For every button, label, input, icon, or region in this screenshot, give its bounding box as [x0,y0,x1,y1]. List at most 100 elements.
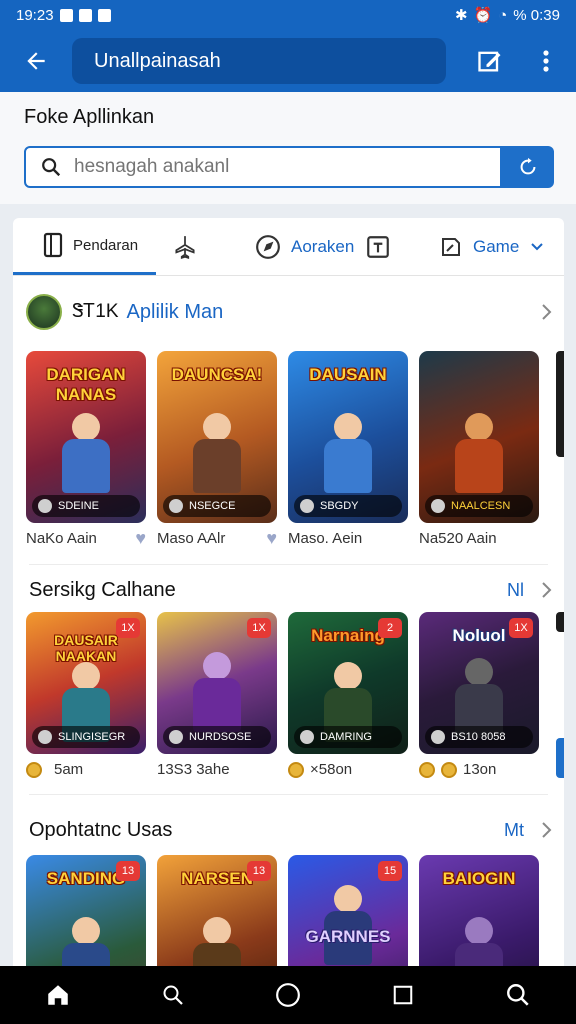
tab-plane[interactable] [165,218,205,275]
search-section-title: Foke Apllinkan [24,106,155,128]
refresh-icon [520,157,536,175]
avatar [26,294,62,330]
status-right-text: % 0:39 [513,6,560,24]
plane-icon [175,235,195,259]
scroll-edge [556,351,564,457]
alarm-icon: ⏰ [473,7,493,24]
tab-box[interactable] [365,218,391,275]
game-tile[interactable]: GARNNES 15 [288,855,408,978]
game-title: DAUSAIN [309,365,387,384]
game-badge: 13 [247,861,271,881]
chevron-right-icon [542,582,552,598]
search-section: Foke Apllinkan [0,92,576,204]
section-title: Aplilik Man [126,300,224,323]
section-header[interactable]: ᏕᎢ1K Aplilik Man [13,292,564,332]
section-header[interactable]: Opohtatnc Usas Mt [13,810,564,850]
search-nav-button[interactable] [143,966,203,1024]
game-tile[interactable]: DARIGAN NANAS SDEINE [26,351,146,523]
game-tile[interactable]: BAIOGIN [419,855,539,978]
back-arrow-icon [27,52,45,70]
wifi-icon: ◔ [498,6,508,24]
recents-button[interactable] [373,966,433,1024]
scroll-edge [556,738,564,778]
more-link[interactable]: Mt [504,820,524,841]
edit-icon [442,237,460,256]
search-icon [42,158,61,177]
game-tag: NAALCESN [425,495,533,517]
caption-row: NaKo Aain ♥ Maso AAlr ♥ Maso. Aein Na520 A… [26,528,539,549]
compass-icon [256,234,280,259]
search-nav-button-2[interactable] [488,966,548,1024]
notification-icon [59,8,73,22]
home-icon [47,985,68,1005]
coin-icon [288,761,304,778]
more-link[interactable]: Nl [507,580,524,601]
tab-label: Pendaran [73,236,139,254]
edit-button[interactable] [462,30,518,92]
game-tag: SBGDY [294,495,402,517]
game-title: DAUNCSA! [171,365,263,384]
app-bar: Unallpainasah [0,30,576,92]
tablet-icon [43,232,63,258]
edit-icon [478,51,501,72]
game-tile[interactable]: DAUNCSA! NSEGCE [157,351,277,523]
refresh-button[interactable] [502,146,554,188]
game-caption: Na520 Aain [419,530,497,547]
game-tile[interactable]: Narnaing 2 DAMRING [288,612,408,754]
heart-icon[interactable]: ♥ [266,528,277,549]
content-card: Pendaran Aoraken Game ᏕᎢ1K Aplilik Man D… [13,218,564,978]
section-header[interactable]: Sersikg Calhane Nl [13,570,564,610]
divider [29,794,548,795]
heart-icon[interactable]: ♥ [135,528,146,549]
game-row: DARIGAN NANAS SDEINE DAUNCSA! NSEGCE DAU… [26,351,539,523]
game-caption: Maso AAlr ♥ [157,528,277,549]
tab-aoraken[interactable]: Aoraken [255,218,354,275]
game-caption: ×58on [288,761,408,778]
caption-row: 5am 13S3 3ahe ×58on 13on [26,761,539,778]
game-tag: NURDSOSE [163,726,271,748]
tab-pendaran[interactable]: Pendaran [13,218,156,275]
game-tile[interactable]: DAUSAIR NAAKAN 1X SLINGISEGR [26,612,146,754]
overflow-menu-button[interactable] [518,30,574,92]
search-icon [163,985,183,1005]
circle-home-button[interactable] [258,966,318,1024]
back-button[interactable] [0,30,72,92]
search-input[interactable] [74,156,474,178]
game-badge: 1X [116,618,140,638]
tab-game[interactable]: Game [439,218,545,275]
tab-label: Game [473,236,520,256]
divider [29,564,548,565]
section-prefix: ᏕᎢ1K [72,301,119,322]
chevron-down-icon [531,242,544,250]
game-tile[interactable]: NAALCESN [419,351,539,523]
search-icon [507,984,530,1006]
game-badge: 15 [378,861,402,881]
app-icon [97,8,111,22]
home-button[interactable] [28,966,88,1024]
game-tile[interactable]: NARSEN 13 [157,855,277,978]
game-tile[interactable]: Noluol 1X BS10 8058 [419,612,539,754]
game-tile[interactable]: SANDING 13 [26,855,146,978]
tab-bar: Pendaran Aoraken Game [13,218,564,276]
game-tile[interactable]: DAUSAIN SBGDY [288,351,408,523]
coin-icon [419,761,435,778]
game-tag: SLINGISEGR [32,726,140,748]
system-nav-bar [0,966,576,1024]
search-box[interactable] [24,146,502,188]
chevron-right-icon [542,304,552,320]
game-tile[interactable]: 1X NURDSOSE [157,612,277,754]
game-title: DARIGAN NANAS [46,365,126,404]
game-row: DAUSAIR NAAKAN 1X SLINGISEGR 1X NURDSOSE… [26,612,539,754]
app-title: Unallpainasah [72,38,446,84]
status-bar: 19:23 ✱ ⏰ ◔ % 0:39 [0,0,576,30]
game-row: SANDING 13 NARSEN 13 GARNNES 15 BAIOGIN [26,855,539,978]
bluetooth-icon: ✱ [454,7,468,24]
game-caption: 13S3 3ahe [157,761,230,778]
status-time: 19:23 [16,6,54,24]
chevron-right-icon [542,822,552,838]
message-icon [78,8,92,22]
game-caption: 13on [419,761,539,778]
game-caption: Maso. Aein [288,530,363,547]
game-tag: SDEINE [32,495,140,517]
circle-icon [276,983,300,1007]
